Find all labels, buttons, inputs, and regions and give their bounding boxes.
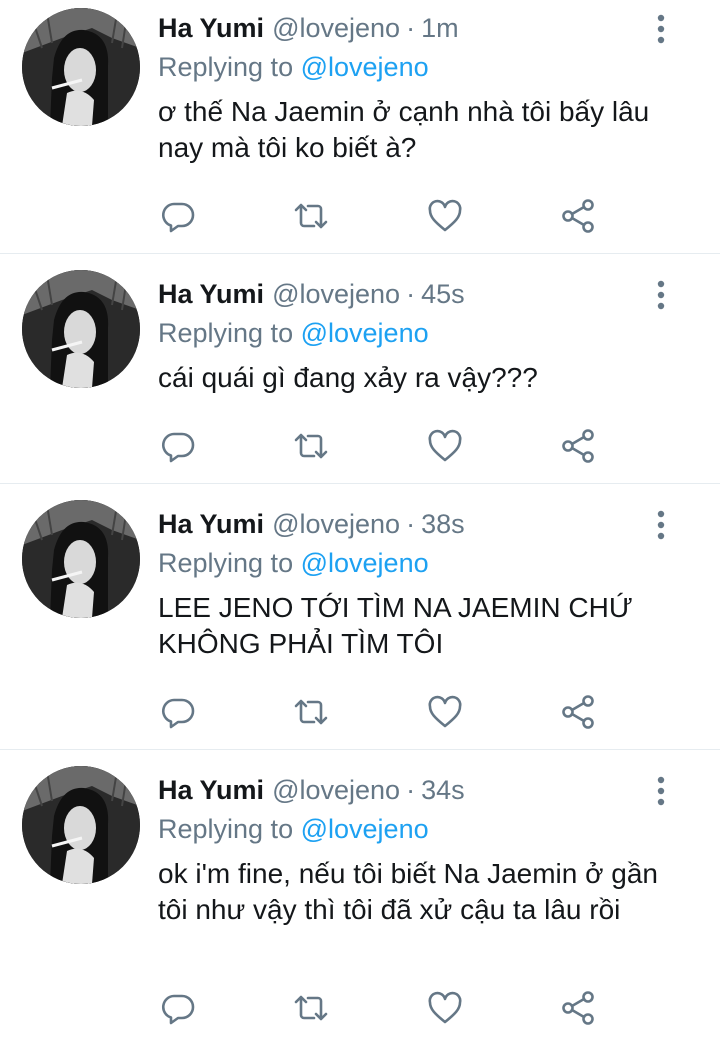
tweet-text: ok i'm fine, nếu tôi biết Na Jaemin ở gầ… (158, 858, 658, 925)
like-button[interactable] (425, 988, 465, 1028)
author-handle[interactable]: @lovejeno (272, 279, 400, 309)
tweet-timestamp[interactable]: 38s (421, 509, 465, 539)
tweet-header: Ha Yumi @lovejeno · 38s (158, 504, 696, 544)
replying-to-label: Replying to (158, 52, 294, 82)
share-button[interactable] (558, 988, 598, 1028)
reply-button[interactable] (158, 692, 198, 732)
share-icon (562, 199, 594, 233)
tweet[interactable]: Ha Yumi @lovejeno · 1m Replying to @lovejen… (0, 0, 720, 254)
share-icon (562, 429, 594, 463)
author-name[interactable]: Ha Yumi (158, 509, 264, 539)
tweet-content: Ha Yumi @lovejeno · 34s Replying to @loveje… (158, 770, 696, 928)
like-button[interactable] (425, 692, 465, 732)
more-vertical-icon[interactable] (654, 14, 668, 44)
replying-to: Replying to @lovejeno (158, 544, 696, 582)
author-handle[interactable]: @lovejeno (272, 509, 400, 539)
retweet-button[interactable] (291, 426, 331, 466)
reply-button[interactable] (158, 988, 198, 1028)
tweet-timestamp[interactable]: 1m (421, 13, 459, 43)
separator-dot: · (406, 279, 416, 309)
author-name[interactable]: Ha Yumi (158, 775, 264, 805)
retweet-icon (295, 203, 328, 229)
share-button[interactable] (558, 196, 598, 236)
retweet-icon (295, 699, 328, 725)
tweet-content: Ha Yumi @lovejeno · 38s Replying to @loveje… (158, 504, 696, 662)
tweet-text: LEE JENO TỚI TÌM NA JAEMIN CHỨ KHÔNG PHẢ… (158, 592, 633, 659)
retweet-button[interactable] (291, 988, 331, 1028)
avatar[interactable] (22, 8, 140, 126)
retweet-icon (295, 433, 328, 459)
comment-icon (162, 994, 195, 1025)
comment-icon (162, 432, 195, 463)
heart-icon (428, 429, 462, 462)
replying-to-link[interactable]: @lovejeno (301, 318, 429, 348)
tweet-header: Ha Yumi @lovejeno · 1m (158, 8, 696, 48)
replying-to-label: Replying to (158, 814, 294, 844)
tweet-text: cái quái gì đang xảy ra vậy??? (158, 362, 538, 393)
avatar[interactable] (22, 270, 140, 388)
tweet-timeline: Ha Yumi @lovejeno · 1m Replying to @lovejen… (0, 0, 720, 1042)
like-button[interactable] (425, 426, 465, 466)
reply-button[interactable] (158, 196, 198, 236)
tweet[interactable]: Ha Yumi @lovejeno · 38s Replying to @loveje… (0, 484, 720, 750)
share-icon (562, 991, 594, 1025)
replying-to: Replying to @lovejeno (158, 810, 696, 848)
tweet-text: ơ thế Na Jaemin ở cạnh nhà tôi bấy lâu n… (158, 96, 650, 163)
avatar[interactable] (22, 500, 140, 618)
more-vertical-icon[interactable] (654, 776, 668, 806)
comment-icon (162, 202, 195, 233)
replying-to-link[interactable]: @lovejeno (301, 52, 429, 82)
tweet-actions (158, 196, 598, 236)
tweet-header: Ha Yumi @lovejeno · 34s (158, 770, 696, 810)
tweet-content: Ha Yumi @lovejeno · 1m Replying to @lovejen… (158, 0, 696, 166)
share-button[interactable] (558, 426, 598, 466)
replying-to: Replying to @lovejeno (158, 48, 696, 86)
retweet-button[interactable] (291, 692, 331, 732)
more-vertical-icon[interactable] (654, 510, 668, 540)
separator-dot: · (406, 13, 416, 43)
tweet-actions (158, 426, 598, 466)
comment-icon (162, 698, 195, 729)
heart-icon (428, 199, 462, 232)
replying-to: Replying to @lovejeno (158, 314, 696, 352)
like-button[interactable] (425, 196, 465, 236)
tweet-content: Ha Yumi @lovejeno · 45s Replying to @loveje… (158, 274, 696, 396)
retweet-button[interactable] (291, 196, 331, 236)
tweet[interactable]: Ha Yumi @lovejeno · 34s Replying to @loveje… (0, 750, 720, 1042)
separator-dot: · (406, 509, 416, 539)
tweet-timestamp[interactable]: 45s (421, 279, 465, 309)
retweet-icon (295, 995, 328, 1021)
share-button[interactable] (558, 692, 598, 732)
replying-to-label: Replying to (158, 318, 294, 348)
replying-to-link[interactable]: @lovejeno (301, 548, 429, 578)
author-handle[interactable]: @lovejeno (272, 13, 400, 43)
more-vertical-icon[interactable] (654, 280, 668, 310)
heart-icon (428, 695, 462, 728)
tweet[interactable]: Ha Yumi @lovejeno · 45s Replying to @loveje… (0, 254, 720, 484)
heart-icon (428, 991, 462, 1024)
author-handle[interactable]: @lovejeno (272, 775, 400, 805)
avatar[interactable] (22, 766, 140, 884)
author-name[interactable]: Ha Yumi (158, 13, 264, 43)
share-icon (562, 695, 594, 729)
reply-button[interactable] (158, 426, 198, 466)
tweet-timestamp[interactable]: 34s (421, 775, 465, 805)
tweet-actions (158, 988, 598, 1028)
separator-dot: · (406, 775, 416, 805)
tweet-header: Ha Yumi @lovejeno · 45s (158, 274, 696, 314)
author-name[interactable]: Ha Yumi (158, 279, 264, 309)
tweet-actions (158, 692, 598, 732)
replying-to-label: Replying to (158, 548, 294, 578)
replying-to-link[interactable]: @lovejeno (301, 814, 429, 844)
